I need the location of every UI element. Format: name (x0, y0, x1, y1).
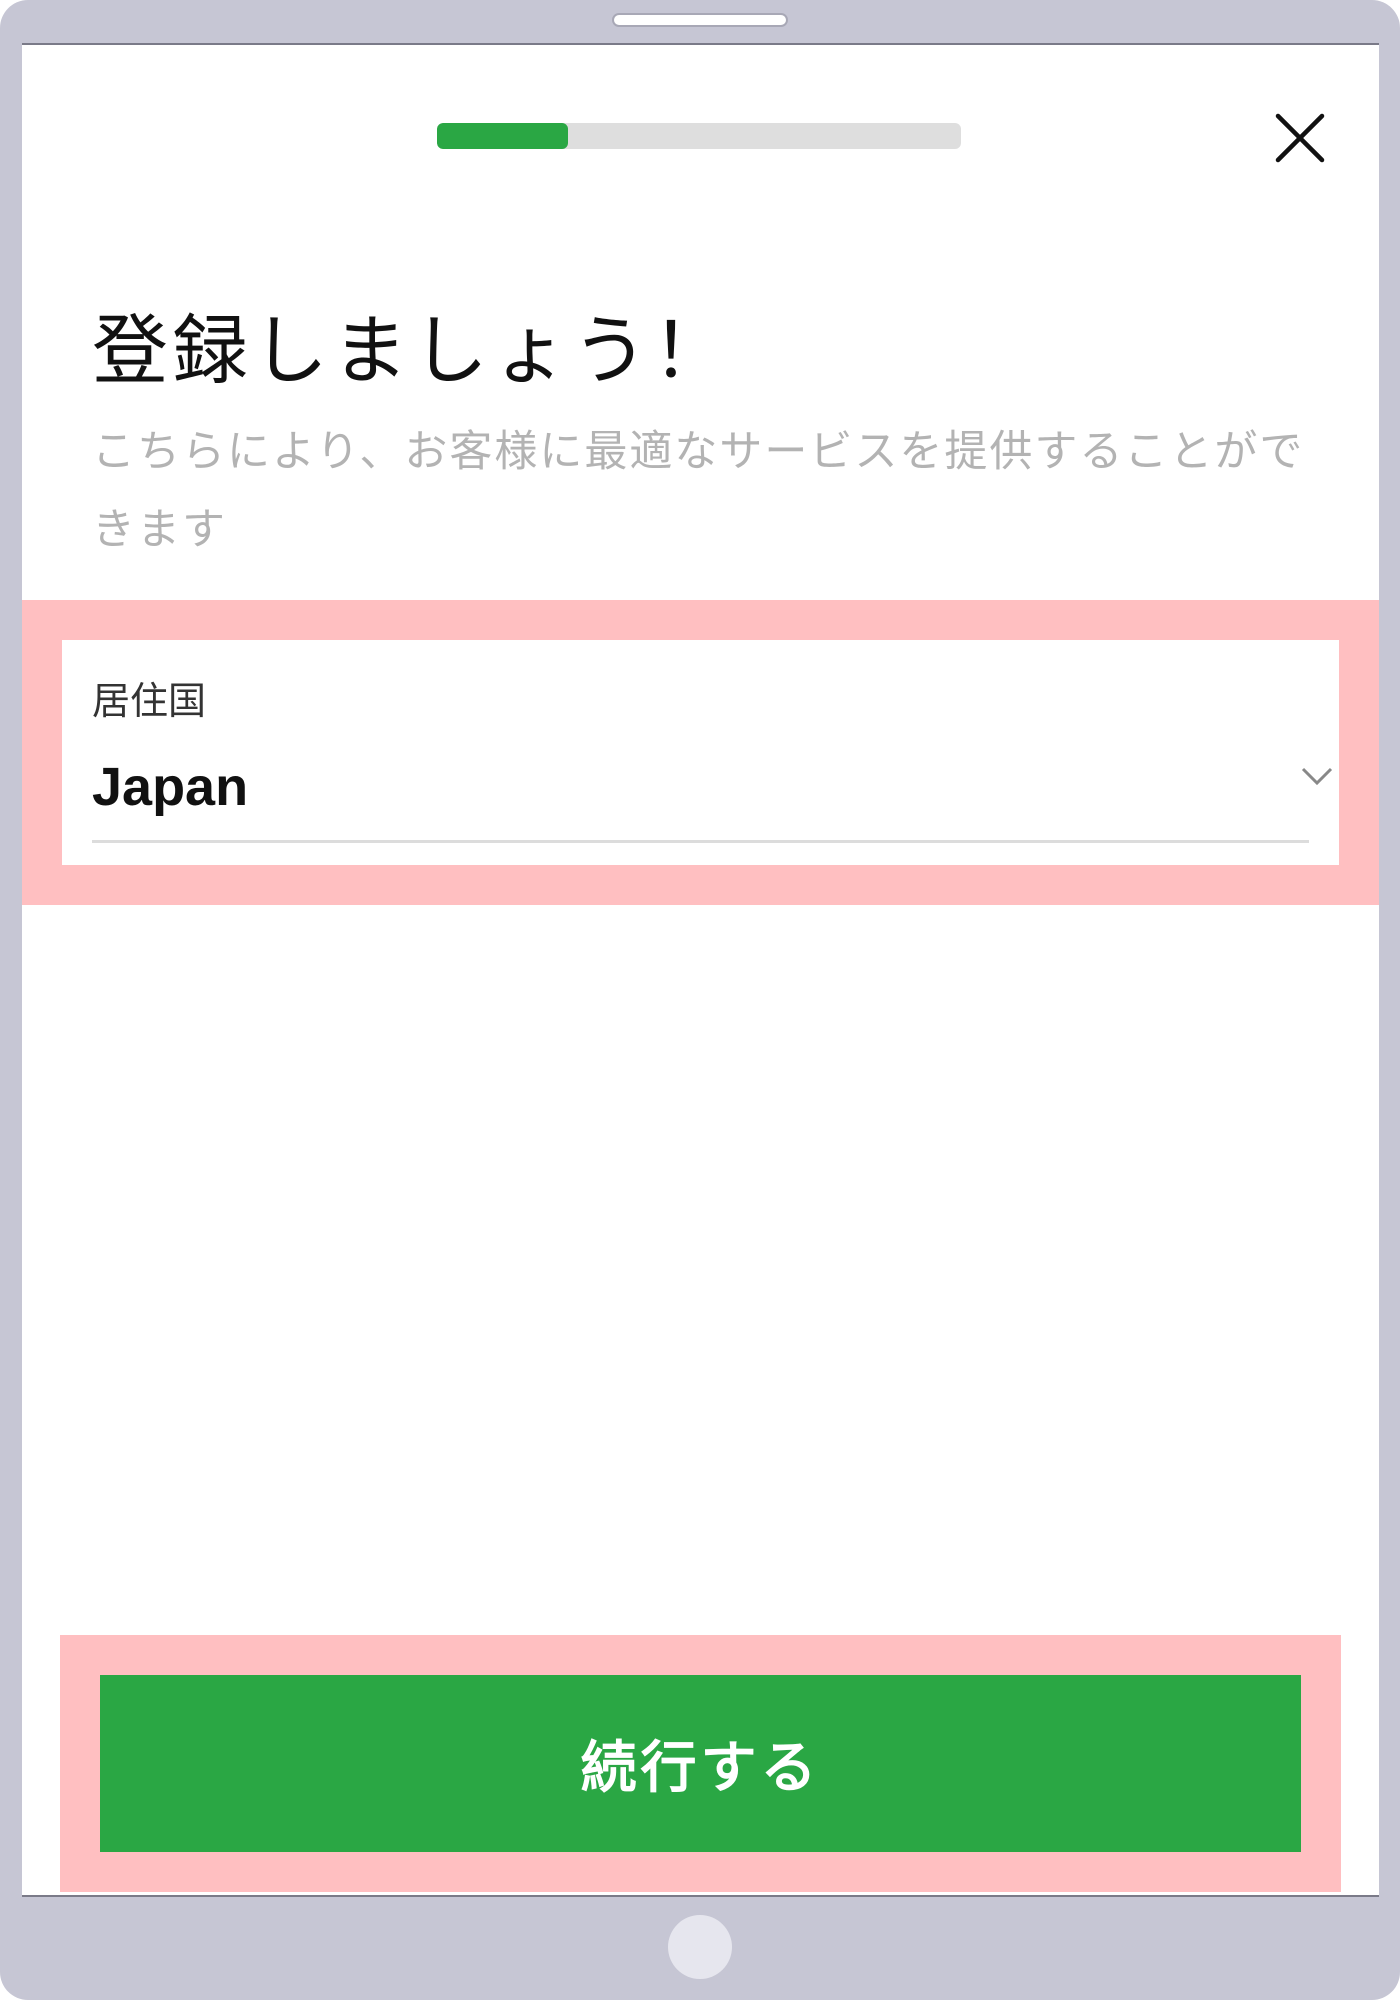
country-field-highlight: 居住国 Japan (22, 600, 1379, 905)
progress-fill (437, 123, 568, 149)
registration-progress-bar (437, 123, 961, 149)
country-field-value[interactable]: Japan (92, 756, 248, 818)
app-screen: 登録しましょう！ こちらにより、お客様に最適なサービスを提供することができます … (22, 43, 1379, 1897)
page-title: 登録しましょう！ (92, 306, 732, 395)
home-button[interactable] (668, 1915, 732, 1979)
chevron-down-icon[interactable] (1300, 764, 1334, 788)
close-icon[interactable] (1272, 110, 1328, 166)
speaker-grille (612, 13, 788, 27)
continue-button-highlight: 続行する (60, 1635, 1341, 1892)
tablet-frame: 登録しましょう！ こちらにより、お客様に最適なサービスを提供することができます … (0, 0, 1400, 2000)
country-field-label: 居住国 (92, 679, 207, 723)
country-select[interactable]: 居住国 Japan (62, 640, 1339, 865)
continue-button[interactable]: 続行する (100, 1675, 1301, 1852)
page-subtitle: こちらにより、お客様に最適なサービスを提供することができます (92, 427, 1305, 555)
country-field-underline (92, 840, 1309, 843)
